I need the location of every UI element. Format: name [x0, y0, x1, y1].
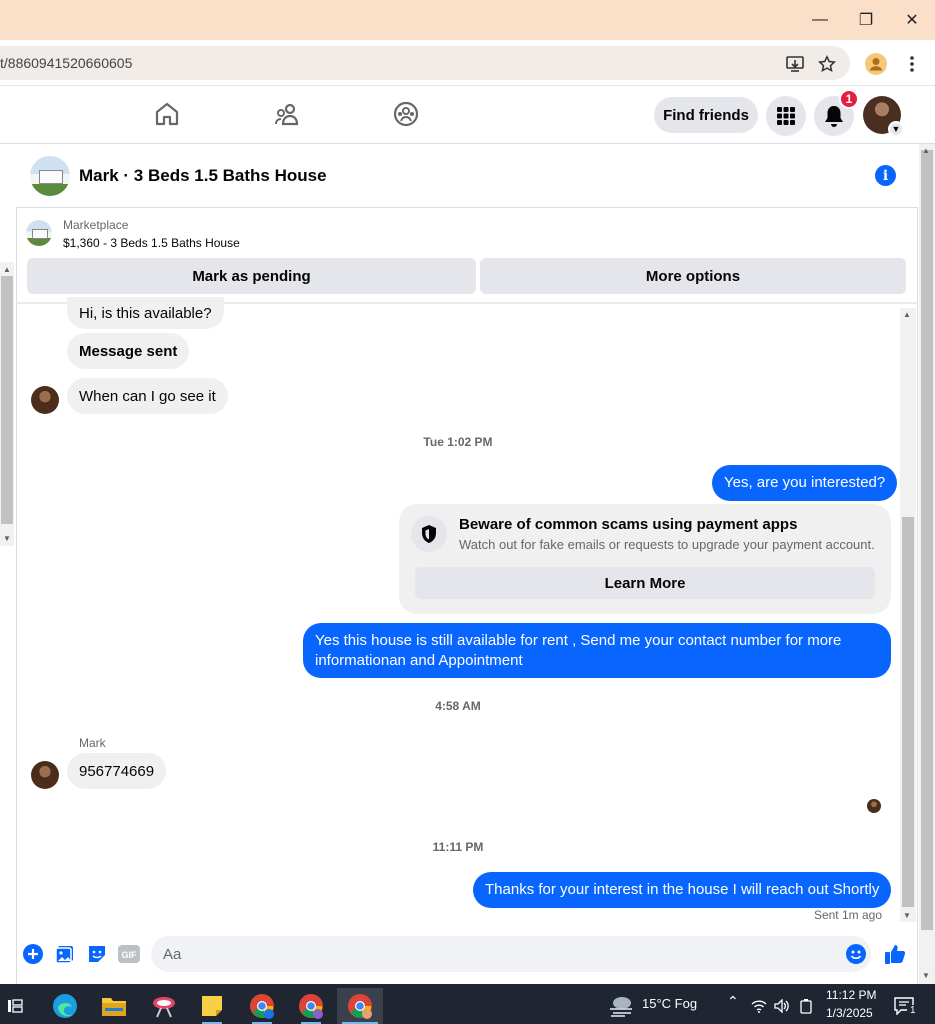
chat-scroll-down-icon[interactable]: ▼	[903, 911, 911, 920]
outgoing-message[interactable]: Thanks for your interest in the house I …	[473, 872, 892, 908]
chrome-profile-a-icon[interactable]	[239, 988, 285, 1024]
like-thumb-icon[interactable]	[884, 943, 906, 965]
clock-time[interactable]: 11:12 PM	[826, 988, 876, 1002]
sticker-icon[interactable]	[86, 943, 108, 965]
battery-icon[interactable]	[795, 988, 817, 1024]
incoming-message[interactable]: Message sent	[67, 333, 190, 369]
scam-warning-body: Watch out for fake emails or requests to…	[459, 537, 875, 552]
chat-scroll-thumb[interactable]	[902, 517, 914, 907]
weather-fog-icon[interactable]	[604, 988, 638, 1024]
scroll-down-arrow-icon[interactable]: ▼	[3, 534, 11, 543]
browser-profile-icon[interactable]	[865, 53, 887, 75]
close-icon[interactable]: ✕	[897, 8, 927, 32]
incoming-message[interactable]: When can I go see it	[67, 378, 228, 414]
task-view-icon[interactable]	[0, 988, 30, 1024]
wifi-icon[interactable]	[748, 988, 770, 1024]
scam-warning-title: Beware of common scams using payment app…	[459, 516, 798, 533]
chrome-profile-c-icon[interactable]	[337, 988, 383, 1024]
bookmark-star-icon[interactable]	[816, 53, 838, 75]
file-explorer-icon[interactable]	[91, 988, 137, 1024]
scroll-up-arrow-icon[interactable]: ▲	[3, 265, 11, 274]
friends-icon[interactable]	[273, 100, 301, 128]
mark-avatar[interactable]	[31, 386, 59, 414]
window-title-bar: — ❐ ✕	[0, 0, 935, 40]
mark-as-pending-button[interactable]: Mark as pending	[27, 258, 476, 294]
listing-small-thumbnail[interactable]	[26, 220, 52, 246]
plus-icon[interactable]	[22, 943, 44, 965]
chevron-down-icon[interactable]: ▼	[888, 121, 904, 137]
browser-menu-icon[interactable]	[901, 53, 923, 75]
page-scroll-thumb[interactable]	[921, 150, 933, 930]
incoming-message[interactable]: 956774669	[67, 753, 167, 789]
message-timestamp: Tue 1:02 PM	[423, 435, 493, 449]
info-icon[interactable]: i	[875, 165, 896, 186]
message-timestamp: 11:11 PM	[432, 840, 484, 854]
outgoing-message[interactable]: Yes, are you interested?	[712, 465, 898, 501]
seen-by-avatar	[867, 799, 881, 813]
volume-icon[interactable]	[771, 988, 793, 1024]
listing-thumbnail[interactable]	[30, 156, 70, 196]
minimize-icon[interactable]: —	[805, 8, 835, 32]
chat-title[interactable]: Mark · 3 Beds 1.5 Baths House	[79, 166, 327, 186]
clock-date[interactable]: 1/3/2025	[826, 1006, 873, 1020]
page-scroll-up-icon[interactable]: ▲	[922, 146, 930, 155]
listing-summary[interactable]: $1,360 - 3 Beds 1.5 Baths House	[63, 236, 240, 250]
chat-scroll-up-icon[interactable]: ▲	[903, 310, 911, 319]
sent-status: Sent 1m ago	[813, 908, 882, 922]
install-app-icon[interactable]	[784, 53, 806, 75]
find-friends-button[interactable]: Find friends	[654, 97, 758, 133]
incoming-message[interactable]: Hi, is this available?	[67, 297, 224, 329]
url-text[interactable]: t/8860941520660605	[0, 55, 132, 71]
gif-label: GIF	[122, 950, 138, 960]
chrome-profile-b-icon[interactable]	[288, 988, 334, 1024]
page-scroll-down-icon[interactable]: ▼	[922, 971, 930, 980]
menu-grid-icon[interactable]	[766, 96, 806, 136]
groups-icon[interactable]	[392, 100, 420, 128]
snipping-tool-icon[interactable]	[141, 988, 187, 1024]
edge-browser-icon[interactable]	[42, 988, 88, 1024]
mark-avatar[interactable]	[31, 761, 59, 789]
background-scroll-thumb[interactable]	[1, 276, 13, 524]
gif-icon[interactable]: GIF	[118, 943, 140, 965]
home-icon[interactable]	[153, 100, 181, 128]
message-timestamp: 4:58 AM	[435, 699, 481, 713]
marketplace-label: Marketplace	[63, 218, 129, 232]
emoji-icon[interactable]	[845, 943, 867, 965]
message-input[interactable]	[151, 936, 871, 972]
sticky-notes-icon[interactable]	[189, 988, 235, 1024]
chevron-up-icon[interactable]: ⌃	[727, 993, 739, 1010]
restore-icon[interactable]: ❐	[851, 8, 881, 32]
notification-center-badge: 1	[907, 1005, 919, 1016]
more-options-button[interactable]: More options	[480, 258, 906, 294]
photo-icon[interactable]	[54, 943, 76, 965]
shield-icon	[411, 516, 447, 552]
outgoing-message[interactable]: Yes this house is still available for re…	[303, 623, 891, 678]
weather-text[interactable]: 15°C Fog	[642, 996, 697, 1011]
sender-name: Mark	[79, 736, 106, 750]
learn-more-button[interactable]: Learn More	[415, 567, 875, 599]
notification-badge: 1	[839, 89, 859, 109]
